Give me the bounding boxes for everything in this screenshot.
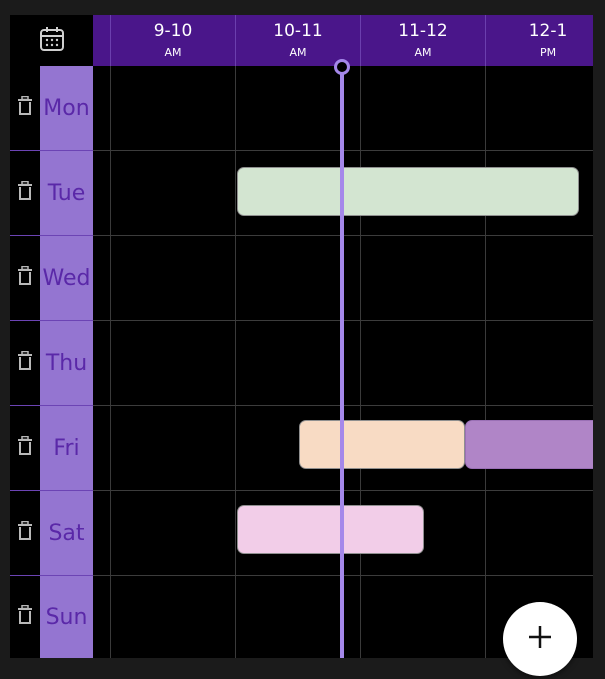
delete-day-button[interactable]: [10, 236, 40, 320]
day-label: Fri: [40, 406, 93, 490]
grid-line: [485, 66, 486, 658]
time-slot-label: 9-10: [153, 21, 193, 41]
event-block[interactable]: [465, 420, 593, 469]
current-time-handle[interactable]: [334, 59, 350, 75]
day-divider: [10, 235, 93, 236]
row-divider: [10, 235, 593, 236]
day-divider: [10, 320, 93, 321]
day-label: Mon: [40, 66, 93, 150]
add-event-button[interactable]: [503, 602, 577, 676]
time-slot-period: AM: [164, 46, 182, 59]
event-block[interactable]: [299, 420, 465, 469]
grid-line: [360, 66, 361, 658]
row-divider: [10, 150, 593, 151]
time-slot-label: 12-1: [528, 21, 568, 41]
trash-icon: [17, 435, 33, 460]
current-time-line: [340, 66, 344, 658]
timetable: 9-10 AM 10-11 AM 11-12 AM 12-1 PM Mon Tu…: [10, 15, 593, 658]
event-block[interactable]: [237, 167, 579, 216]
day-divider: [10, 490, 93, 491]
row-divider: [10, 320, 593, 321]
trash-icon: [17, 604, 33, 629]
grid-line: [235, 66, 236, 658]
time-slot-header: 11-12 AM: [361, 15, 485, 66]
day-divider: [10, 405, 93, 406]
time-slot-period: PM: [539, 46, 557, 59]
delete-day-button[interactable]: [10, 66, 40, 150]
grid-line: [110, 66, 111, 658]
day-label: Sat: [40, 491, 93, 575]
time-slot-period: AM: [414, 46, 432, 59]
day-divider: [10, 575, 93, 576]
time-slot-header: 9-10 AM: [111, 15, 235, 66]
calendar-button[interactable]: [10, 15, 93, 66]
day-label: Thu: [40, 321, 93, 405]
row-divider: [10, 405, 593, 406]
delete-day-button[interactable]: [10, 321, 40, 405]
time-slot-header: 12-1 PM: [486, 15, 593, 66]
trash-icon: [17, 95, 33, 120]
plus-icon: [527, 624, 553, 654]
trash-icon: [17, 265, 33, 290]
trash-icon: [17, 350, 33, 375]
time-slot-label: 11-12: [398, 21, 448, 41]
day-divider: [10, 150, 93, 151]
day-label: Wed: [40, 236, 93, 320]
delete-day-button[interactable]: [10, 151, 40, 235]
time-slot-label: 10-11: [273, 21, 323, 41]
event-block[interactable]: [237, 505, 424, 554]
trash-icon: [17, 520, 33, 545]
calendar-icon: [38, 25, 66, 57]
time-slot-period: AM: [289, 46, 307, 59]
row-divider: [10, 575, 593, 576]
delete-day-button[interactable]: [10, 576, 40, 658]
row-divider: [10, 490, 593, 491]
trash-icon: [17, 180, 33, 205]
day-label: Sun: [40, 576, 93, 658]
delete-day-button[interactable]: [10, 406, 40, 490]
day-label: Tue: [40, 151, 93, 235]
delete-day-button[interactable]: [10, 491, 40, 575]
